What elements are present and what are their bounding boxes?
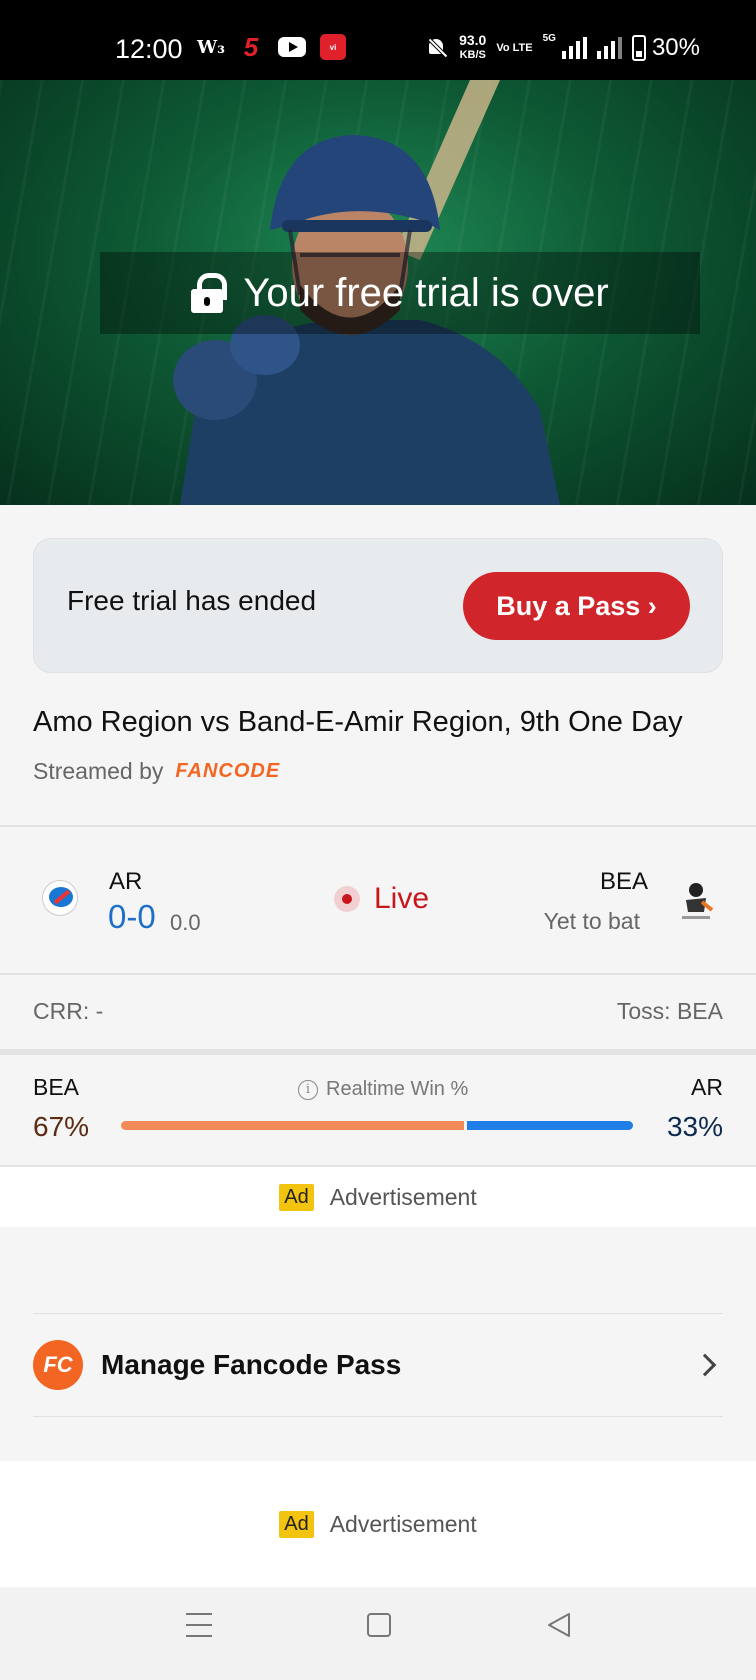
speed-unit: KB/S [459, 49, 486, 61]
chevron-right-icon [693, 1353, 717, 1377]
advertisement-slot[interactable]: Ad Advertisement [0, 1167, 756, 1227]
match-title: Amo Region vs Band-E-Amir Region, 9th On… [33, 706, 683, 738]
live-indicator: Live [334, 882, 429, 916]
fancode-logo: FANCODE [175, 760, 281, 782]
recent-apps-icon[interactable] [186, 1613, 212, 1637]
divider [0, 973, 756, 975]
speed-value: 93.0 [459, 32, 487, 48]
youtube-icon [278, 37, 306, 57]
team-bea-name: BEA [599, 868, 648, 895]
w-icon: W₃ [196, 36, 226, 58]
team-ar-score: 0-0 [108, 898, 156, 935]
team-ar-name: AR [109, 868, 143, 895]
status-app-icons: W₃ 5 vi [196, 31, 346, 62]
manage-fancode-pass[interactable]: FC Manage Fancode Pass [33, 1313, 723, 1417]
network-speed: 93.0 KB/S [459, 32, 487, 62]
realtime-win-text: Realtime Win % [326, 1078, 469, 1100]
ad-badge: Ad [279, 1183, 314, 1211]
win-probability-bar [121, 1121, 633, 1130]
section-divider [0, 1049, 756, 1055]
team-ar-logo [42, 880, 78, 916]
team-bea-logo [682, 883, 714, 919]
battery-percent: 30% [651, 34, 700, 61]
channel5-icon: 5 [243, 31, 259, 62]
divider [0, 825, 756, 827]
back-icon[interactable] [547, 1612, 571, 1638]
status-right-icons: 93.0 KB/S Vo LTE 5G 30% [425, 32, 700, 62]
toss-info: Toss: BEA [616, 998, 723, 1024]
vi-app-icon: vi [320, 34, 346, 60]
realtime-win-label[interactable]: i Realtime Win % [298, 1078, 468, 1101]
ad-label: Advertisement [329, 1510, 477, 1537]
trial-over-banner: Your free trial is over [100, 252, 700, 334]
team-bea-status: Yet to bat [543, 908, 640, 934]
streamed-by: Streamed by FANCODE [33, 758, 280, 785]
trial-ended-text: Free trial has ended [67, 585, 317, 616]
win-bar-left [121, 1121, 465, 1130]
current-run-rate: CRR: - [33, 998, 104, 1024]
mute-bell-icon [425, 36, 449, 60]
ad-badge: Ad [279, 1510, 314, 1538]
win-bar-right [467, 1121, 633, 1130]
advertisement-slot-2[interactable]: Ad Advertisement [0, 1461, 756, 1587]
win-left-team: BEA [33, 1074, 80, 1100]
signal-icon [561, 37, 587, 59]
status-bar: 12:00 W₃ 5 vi 93.0 KB/S Vo LTE 5G 30% [0, 0, 756, 80]
trial-over-text: Your free trial is over [243, 270, 609, 315]
battery-icon [631, 35, 646, 61]
network-type: 5G [542, 32, 556, 44]
team-ar-overs: 0.0 [170, 910, 201, 935]
ad-label: Advertisement [329, 1183, 477, 1210]
system-nav-bar [0, 1587, 756, 1680]
fancode-icon: FC [33, 1340, 83, 1390]
video-player-locked[interactable]: Your free trial is over [0, 80, 756, 505]
win-right-percent: 33% [666, 1111, 723, 1142]
home-icon[interactable] [367, 1613, 391, 1637]
trial-ended-card: Free trial has ended Buy a Pass › [33, 538, 723, 673]
status-time: 12:00 [115, 34, 183, 64]
win-right-team: AR [691, 1074, 723, 1100]
manage-pass-label: Manage Fancode Pass [101, 1349, 402, 1380]
live-dot-icon [334, 886, 360, 912]
live-text: Live [374, 882, 430, 915]
win-left-percent: 67% [33, 1111, 90, 1142]
volte-indicator: Vo LTE [496, 41, 533, 54]
info-icon[interactable]: i [298, 1079, 318, 1100]
lock-icon [191, 273, 228, 313]
signal-icon-2 [596, 37, 622, 59]
buy-pass-button[interactable]: Buy a Pass › [463, 572, 690, 640]
streamed-by-label: Streamed by [33, 758, 164, 784]
